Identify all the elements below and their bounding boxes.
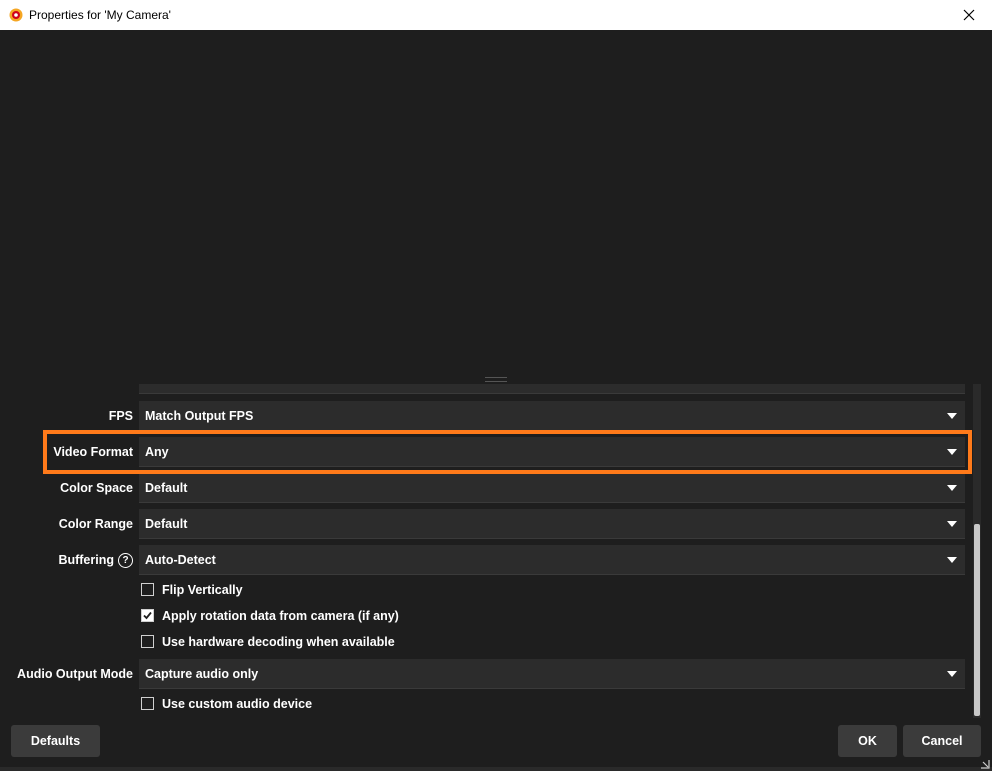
properties-scrollbar[interactable] [973, 384, 981, 718]
buffering-value: Auto-Detect [145, 553, 216, 567]
color-range-value: Default [145, 517, 188, 531]
audio-output-mode-label: Audio Output Mode [17, 667, 133, 681]
window-title: Properties for 'My Camera' [29, 8, 171, 22]
video-format-value: Any [145, 445, 169, 459]
resize-grip-icon[interactable] [980, 759, 990, 769]
color-range-combo[interactable]: Default [139, 509, 965, 539]
color-range-label: Color Range [58, 517, 133, 531]
chevron-down-icon [947, 557, 957, 563]
chevron-down-icon [947, 413, 957, 419]
audio-output-mode-value: Capture audio only [145, 667, 259, 681]
checkbox-box[interactable] [141, 609, 154, 622]
apply-rotation-label: Apply rotation data from camera (if any) [162, 609, 399, 623]
scrollbar-thumb[interactable] [974, 524, 980, 716]
chevron-down-icon [947, 449, 957, 455]
obs-app-icon [9, 8, 23, 22]
color-space-label: Color Space [60, 481, 133, 495]
fps-combo[interactable]: Match Output FPS [139, 401, 965, 431]
checkbox-box[interactable] [141, 583, 154, 596]
video-format-combo[interactable]: Any [139, 437, 965, 467]
color-space-value: Default [145, 481, 188, 495]
audio-output-mode-combo[interactable]: Capture audio only [139, 659, 965, 689]
checkmark-icon [143, 611, 152, 620]
status-strip [0, 767, 992, 771]
chevron-down-icon [947, 485, 957, 491]
splitter-handle[interactable] [485, 377, 507, 382]
custom-audio-label: Use custom audio device [162, 697, 313, 711]
hw-decoding-label: Use hardware decoding when available [162, 635, 395, 649]
properties-panel: FPS Match Output FPS Video Format Any Co… [0, 384, 992, 718]
fps-value: Match Output FPS [145, 409, 254, 423]
chevron-down-icon [947, 671, 957, 677]
ok-button[interactable]: OK [838, 725, 897, 757]
title-bar: Properties for 'My Camera' [0, 0, 992, 30]
checkbox-box[interactable] [141, 635, 154, 648]
flip-vertically-label: Flip Vertically [162, 583, 243, 597]
resolution-combo[interactable] [139, 384, 965, 394]
close-button[interactable] [946, 0, 992, 30]
help-icon[interactable]: ? [118, 553, 133, 569]
fps-label: FPS [108, 409, 133, 423]
cancel-button[interactable]: Cancel [903, 725, 981, 757]
buffering-label: Buffering? [58, 547, 133, 573]
close-icon [963, 9, 975, 21]
defaults-button[interactable]: Defaults [11, 725, 100, 757]
chevron-down-icon [947, 521, 957, 527]
buffering-combo[interactable]: Auto-Detect [139, 545, 965, 575]
color-space-combo[interactable]: Default [139, 473, 965, 503]
buffering-label-text: Buffering [58, 553, 114, 567]
camera-preview [0, 30, 992, 374]
checkbox-box[interactable] [141, 697, 154, 710]
video-format-label: Video Format [53, 445, 133, 459]
